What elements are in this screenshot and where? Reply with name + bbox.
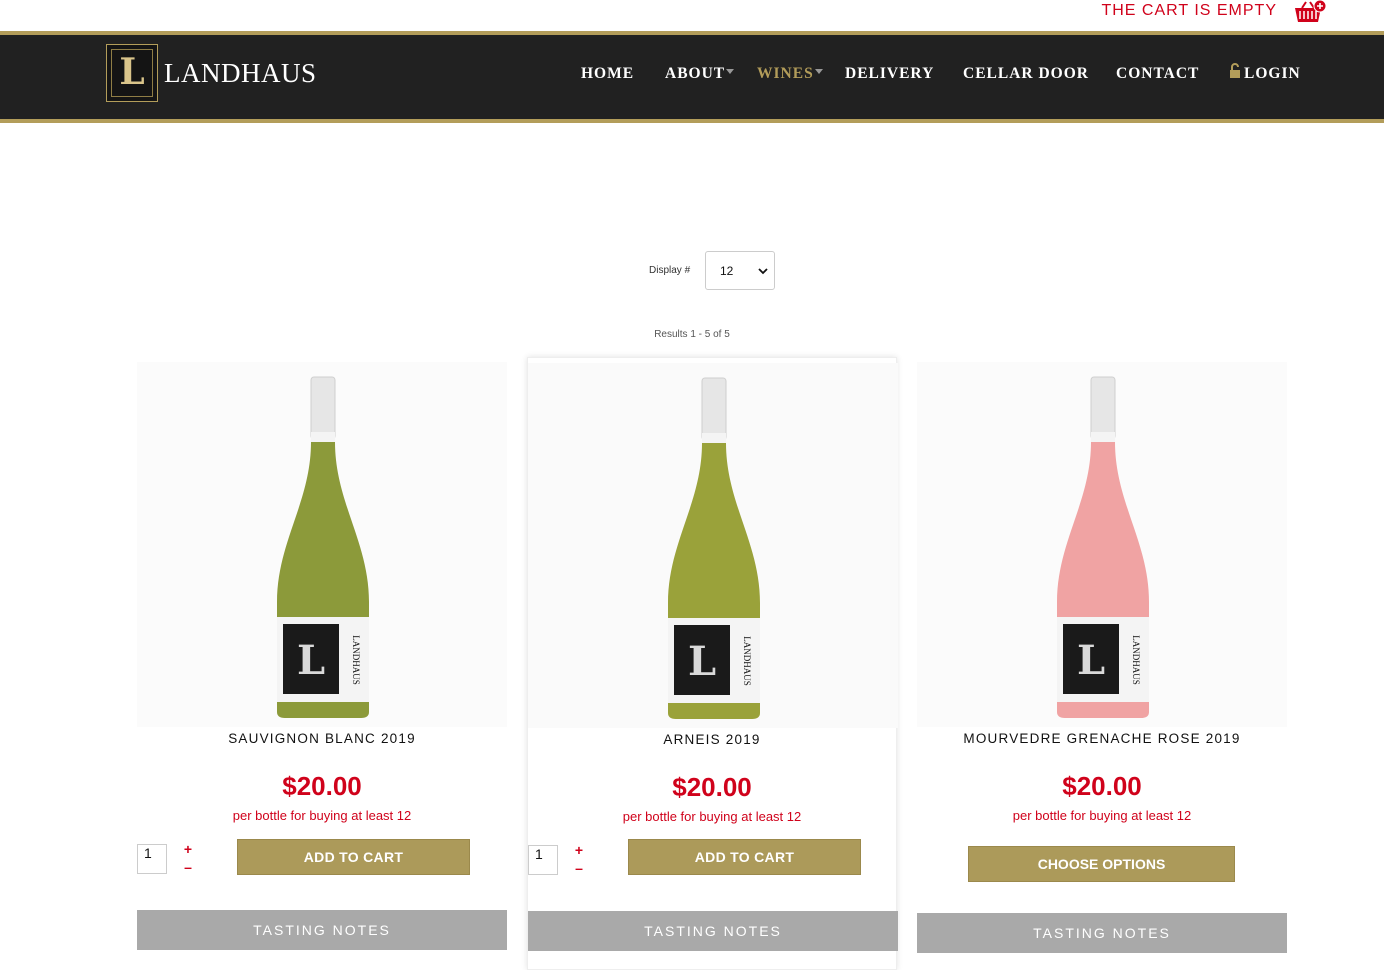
- wine-bottle-image: L LANDHAUS: [1057, 376, 1149, 718]
- display-label: Display #: [649, 265, 691, 276]
- product-image[interactable]: L LANDHAUS: [528, 363, 898, 728]
- svg-text:LANDHAUS: LANDHAUS: [1131, 635, 1141, 685]
- basket-icon[interactable]: [1293, 0, 1327, 26]
- choose-options-button[interactable]: CHOOSE OPTIONS: [968, 846, 1235, 882]
- qty-increase-button[interactable]: +: [574, 842, 584, 858]
- tasting-notes-button[interactable]: TASTING NOTES: [917, 913, 1287, 953]
- nav-delivery[interactable]: DELIVERY: [845, 65, 934, 83]
- product-name[interactable]: SAUVIGNON BLANC 2019: [137, 731, 507, 746]
- logo-text: LANDHAUS: [164, 57, 317, 88]
- nav-login[interactable]: LOGIN: [1229, 63, 1301, 83]
- qty-decrease-button[interactable]: –: [183, 859, 193, 875]
- product-image[interactable]: L LANDHAUS: [917, 362, 1287, 727]
- nav-contact[interactable]: CONTACT: [1116, 65, 1199, 83]
- nav-cellar-door[interactable]: CELLAR DOOR: [963, 65, 1089, 83]
- cart-status[interactable]: THE CART IS EMPTY: [1101, 2, 1277, 20]
- cart-bar: THE CART IS EMPTY: [0, 0, 1384, 31]
- chevron-down-icon: [758, 267, 768, 274]
- display-count-select[interactable]: 12: [705, 251, 775, 290]
- product-card: L LANDHAUS MOURVEDRE GRENACHE ROSE 2019 …: [917, 357, 1287, 970]
- chevron-down-icon: [814, 68, 823, 74]
- product-card: L LANDHAUS ARNEIS 2019 $20.00 per bottle…: [527, 357, 898, 970]
- qty-increase-button[interactable]: +: [183, 841, 193, 857]
- unlock-icon: [1230, 63, 1240, 78]
- tasting-notes-button[interactable]: TASTING NOTES: [137, 910, 507, 950]
- product-price: $20.00: [1062, 771, 1142, 801]
- add-to-cart-button[interactable]: ADD TO CART: [237, 839, 470, 875]
- logo-emblem: L: [106, 44, 158, 102]
- quantity-input[interactable]: 1: [528, 845, 558, 875]
- svg-text:L: L: [688, 638, 716, 685]
- svg-text:L: L: [297, 637, 325, 684]
- tasting-notes-button[interactable]: TASTING NOTES: [528, 911, 898, 951]
- product-image[interactable]: L LANDHAUS: [137, 362, 507, 727]
- price-note: per bottle for buying at least 12: [232, 808, 412, 823]
- quantity-input[interactable]: 1: [137, 844, 167, 874]
- svg-text:LANDHAUS: LANDHAUS: [351, 635, 361, 685]
- nav-home[interactable]: HOME: [581, 65, 634, 83]
- svg-text:L: L: [1077, 637, 1105, 684]
- wine-bottle-image: L LANDHAUS: [277, 376, 369, 718]
- nav-about[interactable]: ABOUT: [665, 65, 735, 83]
- site-header: L LANDHAUS HOME ABOUT WINES DELIVERY CEL…: [0, 31, 1384, 123]
- nav-wines[interactable]: WINES: [757, 65, 823, 83]
- wine-bottle-image: L LANDHAUS: [668, 377, 760, 719]
- product-card: L LANDHAUS SAUVIGNON BLANC 2019 $20.00 p…: [137, 357, 507, 970]
- price-note: per bottle for buying at least 12: [622, 809, 802, 824]
- results-count: Results 1 - 5 of 5: [654, 329, 730, 340]
- svg-text:LANDHAUS: LANDHAUS: [742, 636, 752, 686]
- add-to-cart-button[interactable]: ADD TO CART: [628, 839, 861, 875]
- price-note: per bottle for buying at least 12: [1012, 808, 1192, 823]
- product-name[interactable]: MOURVEDRE GRENACHE ROSE 2019: [917, 731, 1287, 746]
- product-price: $20.00: [672, 772, 752, 802]
- chevron-down-icon: [726, 68, 735, 74]
- qty-decrease-button[interactable]: –: [574, 860, 584, 876]
- product-name[interactable]: ARNEIS 2019: [528, 732, 896, 747]
- site-logo[interactable]: L LANDHAUS: [106, 44, 317, 102]
- product-price: $20.00: [282, 771, 362, 801]
